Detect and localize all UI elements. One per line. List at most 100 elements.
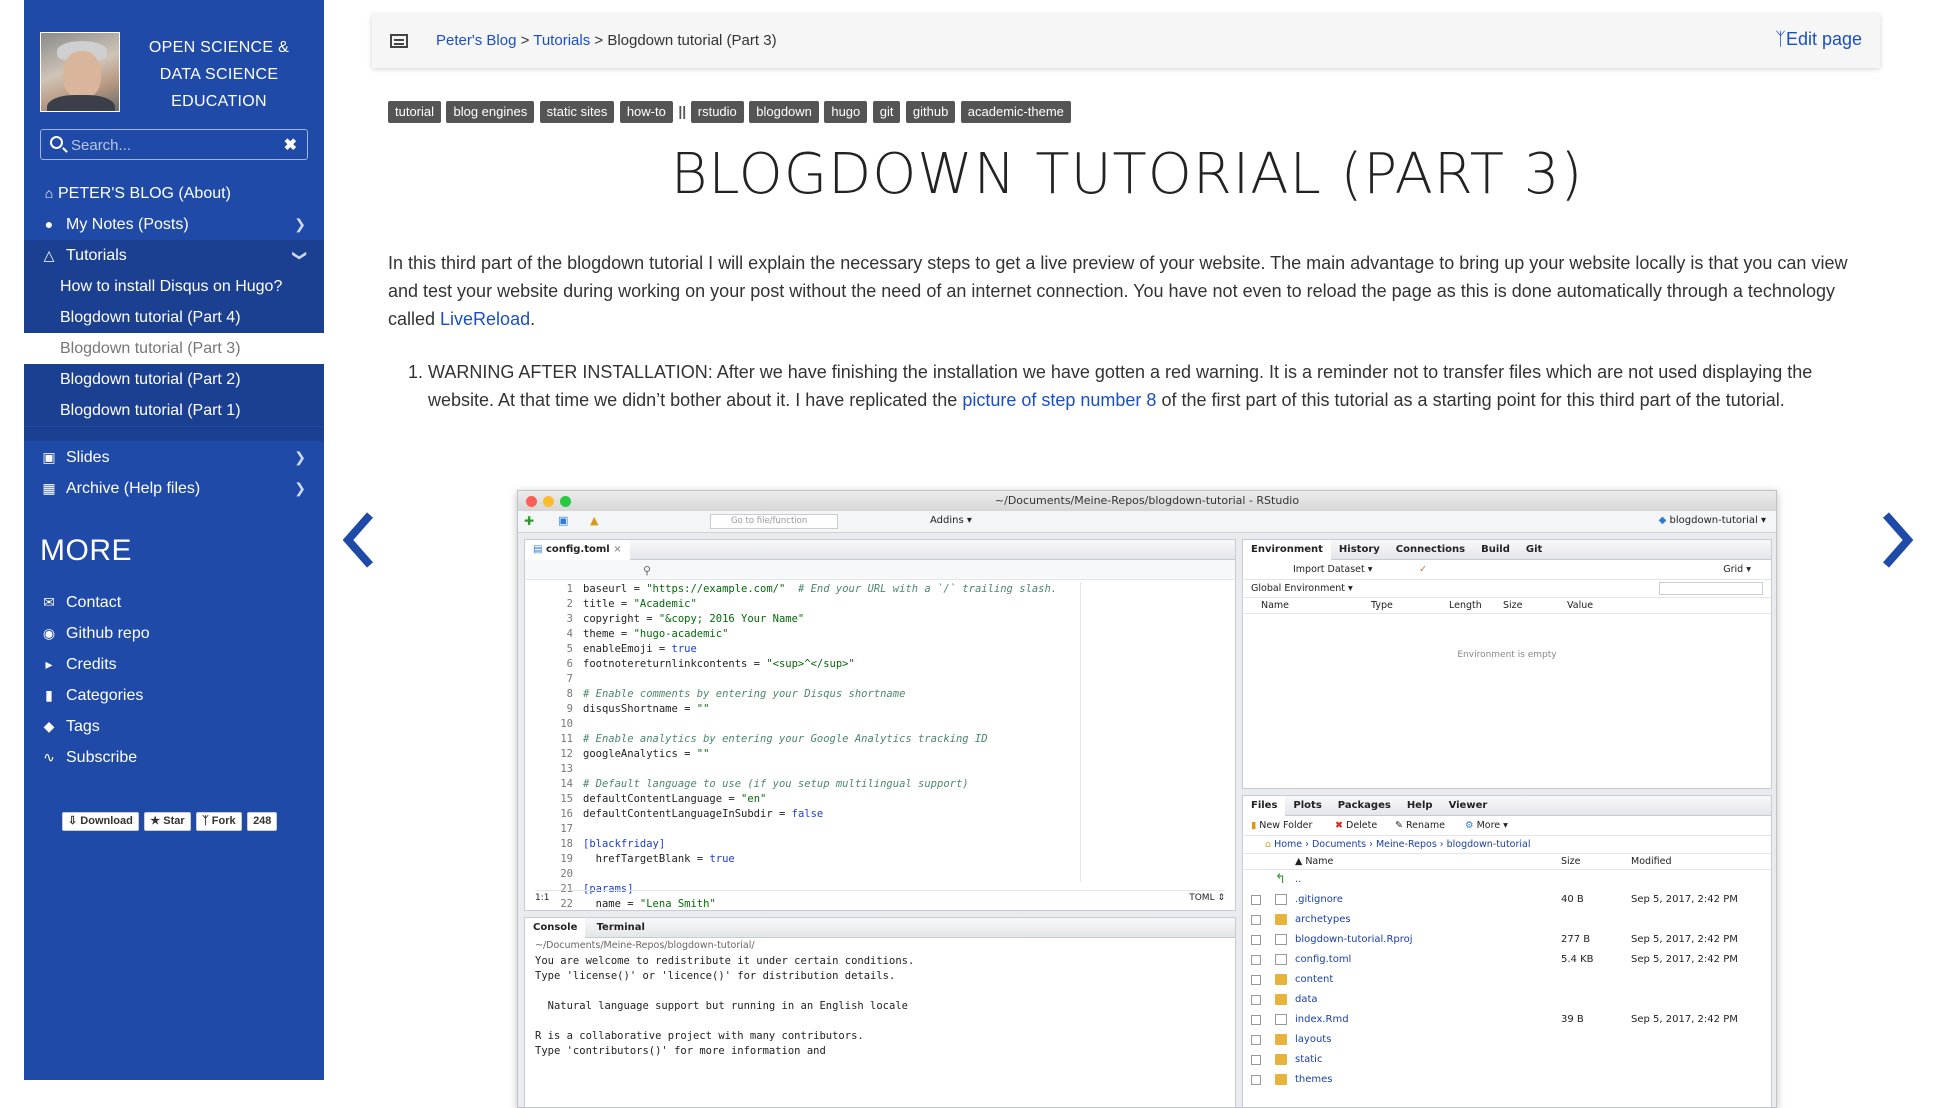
livereload-link[interactable]: LiveReload [440, 309, 530, 329]
table-row[interactable]: content [1243, 970, 1771, 990]
tab-help[interactable]: Help [1399, 796, 1441, 816]
goto-file-input[interactable]: Go to file/function [710, 514, 838, 529]
tab-environment[interactable]: Environment [1243, 540, 1331, 560]
tag[interactable]: git [872, 101, 901, 123]
tag[interactable]: hugo [824, 101, 868, 123]
sidebar-item-notes[interactable]: ● My Notes (Posts) ❯ [24, 209, 324, 240]
column-header[interactable]: Type [1371, 598, 1393, 614]
sidebar-item-about[interactable]: ⌂ PETER'S BLOG (About) [24, 178, 324, 209]
sidebar-subitem-part4[interactable]: Blogdown tutorial (Part 4) [24, 302, 324, 333]
tab-packages[interactable]: Packages [1330, 796, 1399, 816]
sidebar-item-tutorials[interactable]: △ Tutorials ❯ [24, 240, 324, 271]
tag[interactable]: academic-theme [960, 101, 1071, 123]
tab-console[interactable]: Console [525, 918, 586, 938]
table-row[interactable]: data [1243, 990, 1771, 1010]
breadcrumb-home-link[interactable]: Peter's Blog [436, 32, 516, 49]
file-name[interactable]: .. [1295, 870, 1301, 890]
tab-config-toml[interactable]: ▤ config.toml × [525, 540, 630, 560]
file-name[interactable]: .gitignore [1295, 890, 1343, 910]
tab-history[interactable]: History [1331, 540, 1388, 560]
close-tab-icon[interactable]: × [613, 544, 621, 555]
column-header[interactable]: Size [1561, 854, 1581, 870]
breadcrumb-section-link[interactable]: Tutorials [533, 32, 590, 49]
path-documents[interactable]: Documents [1312, 839, 1366, 850]
file-name[interactable]: static [1295, 1050, 1322, 1070]
project-menu[interactable]: ◆ blogdown-tutorial ▾ [1659, 515, 1766, 526]
file-name[interactable]: themes [1295, 1070, 1333, 1090]
edit-page-link[interactable]: ᛉEdit page [1775, 29, 1862, 50]
step8-picture-link[interactable]: picture of step number 8 [962, 390, 1156, 410]
previous-post-arrow-icon[interactable] [340, 510, 380, 570]
file-name[interactable]: data [1295, 990, 1318, 1010]
table-row[interactable]: themes [1243, 1070, 1771, 1090]
file-checkbox[interactable] [1251, 1055, 1261, 1065]
next-post-arrow-icon[interactable] [1876, 510, 1916, 570]
tag[interactable]: tutorial [388, 101, 442, 123]
file-checkbox[interactable] [1251, 955, 1261, 965]
table-row[interactable]: index.Rmd 39 B Sep 5, 2017, 2:42 PM [1243, 1010, 1771, 1030]
file-name[interactable]: blogdown-tutorial.Rproj [1295, 930, 1413, 950]
table-row[interactable]: layouts [1243, 1030, 1771, 1050]
file-checkbox[interactable] [1251, 995, 1261, 1005]
path-blogdown-tutorial[interactable]: blogdown-tutorial [1447, 839, 1531, 850]
file-name[interactable]: layouts [1295, 1030, 1331, 1050]
tab-files[interactable]: Files [1243, 796, 1286, 816]
delete-button[interactable]: ✖ Delete [1335, 816, 1377, 836]
star-button[interactable]: ★ Star [144, 812, 191, 831]
download-button[interactable]: ⇩ Download [62, 812, 139, 831]
more-button[interactable]: ⚙ More ▾ [1465, 816, 1508, 836]
table-row[interactable]: ↰.. [1243, 870, 1771, 890]
column-header[interactable]: Length [1449, 598, 1482, 614]
sidebar-item-archive[interactable]: ▦ Archive (Help files) ❯ [24, 473, 324, 504]
console-output[interactable]: You are welcome to redistribute it under… [525, 954, 1235, 1059]
import-dataset-button[interactable]: Import Dataset ▾ [1293, 560, 1373, 580]
tab-build[interactable]: Build [1473, 540, 1518, 560]
table-row[interactable]: archetypes [1243, 910, 1771, 930]
sidebar-item-categories[interactable]: ▮ Categories [24, 680, 324, 711]
fork-count[interactable]: 248 [247, 812, 278, 831]
column-header[interactable]: Modified [1631, 854, 1672, 870]
author-avatar[interactable] [40, 32, 120, 112]
addins-menu[interactable]: Addins ▾ [930, 515, 972, 526]
table-row[interactable]: blogdown-tutorial.Rproj 277 B Sep 5, 2017,… [1243, 930, 1771, 950]
site-title[interactable]: OPEN SCIENCE & DATA SCIENCE EDUCATION [134, 34, 304, 115]
tag[interactable]: blog engines [446, 101, 535, 123]
file-checkbox[interactable] [1251, 915, 1261, 925]
rename-button[interactable]: ✎ Rename [1395, 816, 1445, 836]
tab-git[interactable]: Git [1518, 540, 1550, 560]
path-home[interactable]: Home [1274, 839, 1302, 850]
column-header[interactable]: Value [1567, 598, 1593, 614]
file-checkbox[interactable] [1251, 1015, 1261, 1025]
file-type-selector[interactable]: TOML ⇕ [1189, 891, 1225, 905]
file-checkbox[interactable] [1251, 895, 1261, 905]
sidebar-item-github[interactable]: ◉ Github repo [24, 618, 324, 649]
file-checkbox[interactable] [1251, 1035, 1261, 1045]
file-checkbox[interactable] [1251, 1075, 1261, 1085]
table-row[interactable]: config.toml 5.4 KB Sep 5, 2017, 2:42 PM [1243, 950, 1771, 970]
file-name[interactable]: index.Rmd [1295, 1010, 1349, 1030]
sidebar-subitem-disqus[interactable]: How to install Disqus on Hugo? [24, 271, 324, 302]
new-folder-button[interactable]: ▮ New Folder [1251, 816, 1312, 836]
sidebar-subitem-part2[interactable]: Blogdown tutorial (Part 2) [24, 364, 324, 395]
tab-connections[interactable]: Connections [1388, 540, 1473, 560]
search-icon[interactable]: ⚲ [643, 564, 651, 577]
global-environment-menu[interactable]: Global Environment ▾ [1251, 583, 1353, 594]
sidebar-item-slides[interactable]: ▣ Slides ❯ [24, 442, 324, 473]
tag[interactable]: rstudio [690, 101, 744, 123]
fork-button[interactable]: ᛉ Fork [196, 812, 242, 831]
clear-search-icon[interactable]: ✖ [284, 135, 297, 155]
column-header[interactable]: Size [1503, 598, 1523, 614]
sidebar-subitem-part1[interactable]: Blogdown tutorial (Part 1) [24, 395, 324, 426]
search-input[interactable] [71, 134, 271, 156]
tag[interactable]: static sites [539, 101, 615, 123]
column-header[interactable]: ▲ Name [1295, 854, 1333, 870]
home-icon[interactable]: ⌂ [1265, 839, 1271, 850]
tab-terminal[interactable]: Terminal [589, 918, 653, 938]
sidebar-item-contact[interactable]: ✉ Contact [24, 587, 324, 618]
sidebar-subitem-part3[interactable]: Blogdown tutorial (Part 3) [24, 333, 324, 364]
tag[interactable]: how-to [619, 101, 673, 123]
file-name[interactable]: content [1295, 970, 1333, 990]
tab-plots[interactable]: Plots [1285, 796, 1329, 816]
column-header[interactable]: Name [1261, 598, 1289, 614]
sidebar-item-credits[interactable]: ▸ Credits [24, 649, 324, 680]
